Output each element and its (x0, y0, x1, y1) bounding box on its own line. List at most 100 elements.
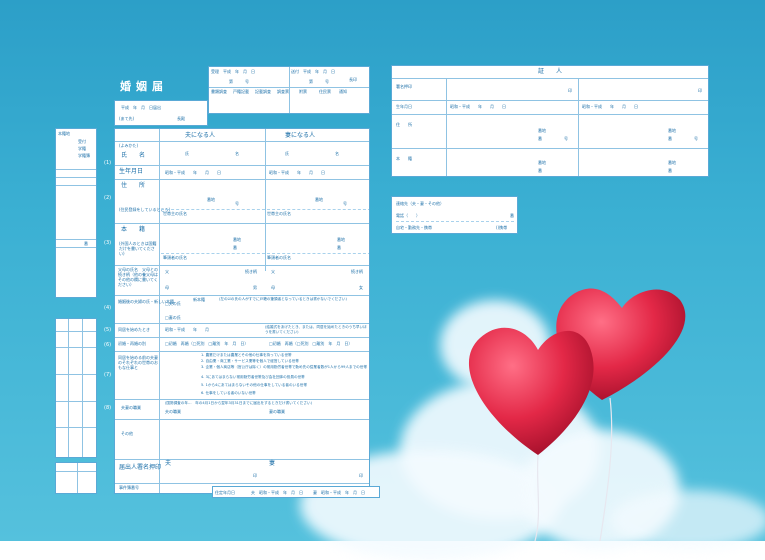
contact-phone[interactable]: 電話（ ） (396, 213, 420, 218)
heart-balloon-left (468, 327, 594, 455)
other-label: その他 (121, 431, 133, 436)
banchi-label: 番地 (538, 160, 546, 165)
daughter-label: 女 (359, 285, 363, 290)
occupation-item: 2. 自由業・商工業・サービス業等を個人で経営している世帯 (201, 359, 299, 363)
witness-seal: 印 (568, 88, 572, 93)
acceptance-sub: 附票 (299, 89, 307, 94)
job-note: (国勢調査の年… 年の4月1日から翌年3月31日までに届出をするときだけ書いてく… (165, 401, 312, 405)
go-label: 号 (235, 201, 239, 206)
signature-label: 届出人署名押印 (119, 464, 162, 471)
acceptance-number: 第 号 (229, 79, 249, 84)
contact-box: 連絡先（夫・妻・その他） 電話（ ） 番 自宅・勤務先・携帯 ()携帯 (391, 196, 518, 234)
row-number: (6) (104, 342, 112, 348)
witness-form: 証 人 署名押印 印 印 生年月日 昭和・平成 年 月 日 昭和・平成 年 月 … (391, 65, 709, 177)
banchi-label: 番地 (668, 160, 676, 165)
husband-surname-checkbox[interactable]: □夫の氏 (165, 301, 181, 306)
contact-phone-suffix: 番 (510, 213, 514, 218)
acceptance-seal: 長印 (349, 77, 357, 82)
wife-surname-checkbox[interactable]: □妻の氏 (165, 315, 181, 320)
occupation-item: 1. 農業だけまたは農業とその他の仕事を持っている世帯 (201, 353, 292, 357)
go-label: 号 (564, 136, 568, 141)
acceptance-number: 第 号 (309, 79, 329, 84)
row-number: (5) (104, 327, 112, 333)
side-panel-item: 受付 (78, 139, 86, 144)
witness-birth-2: 昭和・平成 年 月 日 (582, 104, 638, 109)
given-name-label: 名 (235, 151, 239, 156)
row-number: (3) (104, 240, 112, 246)
row-number: (2) (104, 195, 112, 201)
householder-label: 世帯主の氏名 (267, 211, 291, 216)
witness-address-label: 住 所 (396, 122, 412, 127)
form-title: 婚姻届 (120, 80, 168, 93)
banchi-label: 番地 (337, 237, 345, 242)
acceptance-sub: 書類調査 (211, 89, 227, 94)
given-name-label: 名 (335, 151, 339, 156)
contact-title: 連絡先（夫・妻・その他） (396, 201, 444, 206)
acceptance-sub: 通知 (339, 89, 347, 94)
side-panel-item: 学籍 (78, 146, 86, 151)
row-number: (4) (104, 305, 112, 311)
wife-job: 妻の職業 (269, 409, 285, 414)
bottom-wife-label: 妻 (313, 490, 317, 495)
row-number: (1) (104, 160, 112, 166)
son-label: 男 (253, 285, 257, 290)
head-label: 筆頭者の氏名 (267, 255, 291, 260)
new-honseki-note: (左の☑の氏の人がすでに戸籍の筆頭者となっているときは書かないでください) (219, 297, 347, 301)
husband-job: 夫の職業 (165, 409, 181, 414)
heart-balloons-image (468, 288, 686, 541)
birthdate-bottom-label: 住定年月日 (215, 490, 235, 495)
husband-birth: 昭和・平成 年 月 日 (165, 170, 221, 175)
surname-label: 氏 (185, 151, 189, 156)
honseki-label: 本 籍 (121, 226, 146, 233)
father-label: 父 (165, 269, 169, 274)
witness-birth-label: 生年月日 (396, 104, 412, 109)
acceptance-sent: 送付 平成 年 月 日 (291, 69, 335, 74)
banchi-label: 番地 (233, 237, 241, 242)
column-husband: 夫になる人 (185, 132, 216, 139)
receipt-date: 平成 年 月 日届出 (121, 105, 161, 110)
bottom-husband-value: 昭和・平成 年 月 日 (259, 490, 303, 495)
job-label: 夫妻の職業 (121, 405, 141, 410)
cohabit-note: (結婚式をあげたとき、または、同居を始めたときのうち早いほうを書いてください) (265, 325, 367, 334)
acceptance-sub: 戸籍記載 (233, 89, 249, 94)
cohabit-label: 同居を始めたとき (118, 327, 150, 332)
previous-label: 初婚・再婚の別 (118, 341, 146, 346)
ban-label: 番 (668, 168, 672, 173)
acceptance-sub: 記載調査 (255, 89, 271, 94)
occupation-label: 同居を始める前の夫妻のそれぞれの世帯のおもな仕事と (118, 355, 158, 370)
side-panel-label: 本籍地 (58, 131, 70, 136)
name-label: 氏 名 (121, 152, 146, 159)
bottom-husband-label: 夫 (251, 490, 255, 495)
cohabit-value: 昭和・平成 年 月 (165, 327, 209, 332)
signature-wife-label: 妻 (269, 460, 276, 467)
wife-previous: □初婚 再婚（□死別 □離別 年 月 日） (269, 341, 353, 346)
case-number-label: 事件簿番号 (119, 485, 139, 490)
occupation-item: 6. 仕事をしている者のいない世帯 (201, 391, 256, 395)
occupation-item: 5. 1から4にあてはまらないその他の仕事をしている者のいる世帯 (201, 383, 307, 387)
witness-title: 証 人 (538, 68, 563, 75)
row-number: (7) (104, 372, 112, 378)
contact-type-suffix: ()携帯 (496, 225, 508, 230)
receipt-seal: (あて先) (119, 116, 135, 121)
banchi-label: 番地 (207, 197, 215, 202)
witness-birth-1: 昭和・平成 年 月 日 (450, 104, 506, 109)
signature-husband-label: 夫 (165, 460, 172, 467)
witness-signature-label: 署名押印 (396, 84, 412, 89)
side-panel-item: 番 (84, 241, 88, 246)
acceptance-box: 受理 平成 年 月 日 送付 平成 年 月 日 第 号 第 号 書類調査 戸籍記… (208, 66, 370, 114)
kana-label: (よみかた) (119, 143, 139, 148)
wife-seal: 印 (359, 473, 363, 478)
relation-label: 続き柄 (245, 269, 257, 274)
witness-honseki-label: 本 籍 (396, 156, 412, 161)
side-panel-top: 本籍地 受付 学籍 学籍簿 番 (55, 128, 97, 298)
row-number: (8) (104, 405, 112, 411)
householder-label: 世帯主の氏名 (163, 211, 187, 216)
husband-seal: 印 (253, 473, 257, 478)
mother-label: 母 (165, 285, 169, 290)
head-label: 筆頭者の氏名 (163, 255, 187, 260)
parents-label: 父母の氏名 父母との続き柄（他の養父母はその他の欄に書いてください） (118, 267, 158, 287)
acceptance-received: 受理 平成 年 月 日 (211, 69, 255, 74)
marriage-form: 夫になる人 妻になる人 (よみかた) 氏 名 氏 名 氏 名 生年月日 昭和・平… (114, 128, 370, 494)
contact-type[interactable]: 自宅・勤務先・携帯 (396, 225, 432, 230)
relation-label: 続き柄 (351, 269, 363, 274)
